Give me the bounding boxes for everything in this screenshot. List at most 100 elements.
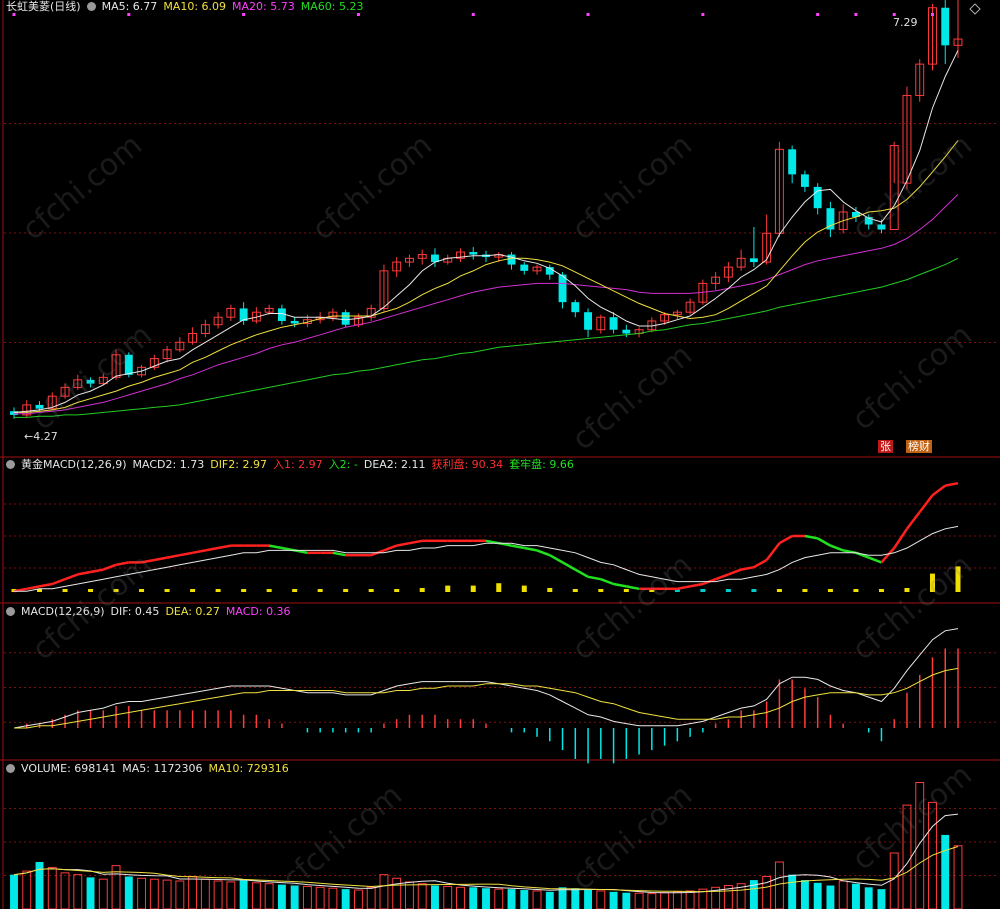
entry1-label: 入1: 2.97 <box>272 458 323 471</box>
gold-macd-bar <box>598 589 604 592</box>
trapped-label: 套牢盘: 9.66 <box>509 458 574 471</box>
volume-bar <box>60 872 70 909</box>
candle-body <box>584 312 593 330</box>
volume-bar <box>622 892 631 909</box>
volume-bar <box>558 887 567 909</box>
macd-dea-line <box>14 667 959 729</box>
gold-macd-bar <box>368 589 374 592</box>
gold-dif-line <box>817 537 832 547</box>
dea-label: DEA: 0.27 <box>165 605 220 618</box>
volume-bar <box>226 881 236 909</box>
volume-bar <box>443 885 453 909</box>
gold-macd-header: 黄金MACD(12,26,9) MACD2: 1.73 DIF2: 2.97 入1: … <box>6 458 580 472</box>
gold-dif-line <box>205 546 219 552</box>
candle-body <box>341 312 350 325</box>
gold-dif-line <box>868 556 882 564</box>
settings-dot-icon[interactable] <box>6 607 15 616</box>
badge-bangcai[interactable]: 榜财 <box>906 440 932 453</box>
high-price-label: 7.29 <box>893 16 918 29</box>
volume-bar <box>584 889 593 909</box>
candle-body <box>469 252 478 255</box>
volume-bar <box>520 890 529 909</box>
volume-bar <box>953 845 963 909</box>
volume-bar <box>353 889 363 909</box>
volume-bar <box>788 874 797 909</box>
macd-value-label: MACD: 0.36 <box>225 605 291 618</box>
gold-dif-line <box>409 539 423 545</box>
candle-body <box>35 404 44 409</box>
gold-macd-bar <box>445 585 451 592</box>
badge-zhang[interactable]: 张 <box>878 440 893 453</box>
gold-dif-line <box>574 568 589 578</box>
low-price-label: ←4.27 <box>24 430 58 443</box>
volume-bar <box>200 878 210 909</box>
macd-header: MACD(12,26,9) DIF: 0.45 DEA: 0.27 MACD: 0.3… <box>6 605 297 619</box>
volume-bar <box>851 883 860 909</box>
gold-dif-line <box>26 585 40 591</box>
ma20-label: MA20: 5.73 <box>232 0 295 13</box>
gold-macd-bar <box>292 589 298 592</box>
volume-bar <box>469 887 478 909</box>
settings-dot-icon[interactable] <box>6 460 15 469</box>
gold-macd-bar <box>776 589 782 592</box>
volume-bar <box>417 883 427 909</box>
gold-macd-bar <box>394 589 400 592</box>
gold-dif-line <box>905 511 921 530</box>
candle-body <box>622 329 631 334</box>
volume-bar <box>405 881 414 909</box>
gold-macd-bar <box>164 589 170 592</box>
volume-header: VOLUME: 698141 MA5: 1172306 MA10: 729316 <box>6 762 295 776</box>
gold-dif-line <box>39 582 53 588</box>
gold-macd-bar <box>521 585 527 592</box>
gold-dif-line <box>102 563 117 571</box>
volume-bar <box>532 890 542 909</box>
settings-dot-icon[interactable] <box>6 764 15 773</box>
volume-bar <box>149 878 159 909</box>
gold-dif-line <box>154 556 168 562</box>
candle-body <box>86 379 95 384</box>
ma20-line <box>14 194 959 415</box>
dif-label: DIF: 0.45 <box>110 605 160 618</box>
ma5-label: MA5: 6.77 <box>101 0 158 13</box>
gold-dif-line <box>829 544 844 552</box>
candle-body <box>749 258 758 263</box>
volume-bar <box>800 880 809 909</box>
settings-dot-icon[interactable] <box>86 2 96 11</box>
volume-bar <box>302 885 312 909</box>
gold-macd-bar <box>853 589 859 592</box>
gold-macd-bar <box>317 589 323 592</box>
volume-bar <box>902 804 912 909</box>
candle-body <box>124 354 133 375</box>
gold-macd-bar <box>241 589 247 592</box>
gold-dif-line <box>536 549 551 557</box>
candle-body <box>941 7 950 46</box>
dif2-label: DIF2: 2.97 <box>210 458 267 471</box>
gold-dif-line <box>561 561 576 571</box>
gold-dif-line <box>51 578 66 586</box>
gold-dif-line <box>740 565 755 571</box>
gold-dif-line <box>166 553 181 559</box>
gold-dif-line <box>765 542 781 561</box>
gold-dif-line <box>179 551 193 557</box>
gold-macd-bar <box>700 589 706 592</box>
volume-bar <box>392 877 402 909</box>
gold-dif-line <box>64 573 79 581</box>
candle-body <box>290 320 299 324</box>
gold-macd-bar <box>266 589 272 592</box>
ma10-label: MA10: 6.09 <box>163 0 227 13</box>
gold-macd-bar <box>955 566 961 592</box>
signal-marker <box>701 13 705 16</box>
volume-bar <box>239 880 248 909</box>
gold-macd-bar <box>190 589 196 592</box>
volume-bar <box>175 880 185 909</box>
ma60-line <box>14 257 959 418</box>
gold-dif-line <box>549 554 564 564</box>
volume-bar <box>915 782 925 909</box>
volume-bar <box>609 891 618 909</box>
gold-dif-line <box>753 558 768 569</box>
volume-bar <box>431 885 439 909</box>
gold-dif-line <box>715 573 729 581</box>
gold-macd-bar <box>215 589 221 592</box>
volume-bar <box>889 852 899 909</box>
gold-macd-bar <box>802 589 808 592</box>
